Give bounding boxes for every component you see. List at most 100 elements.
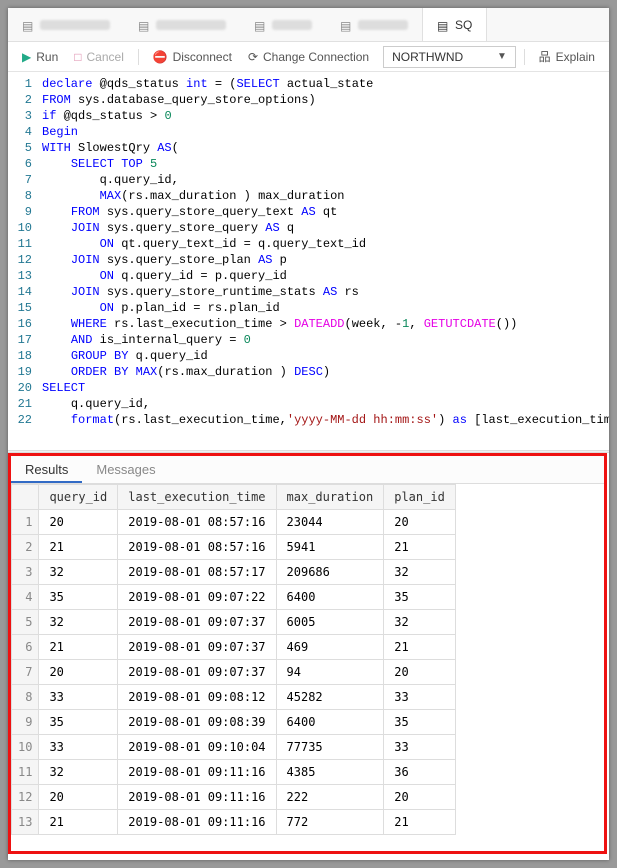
table-row[interactable]: 7202019-08-01 09:07:379420 [12,660,456,685]
cell[interactable]: 2019-08-01 09:10:04 [118,735,276,760]
cell[interactable]: 4385 [276,760,384,785]
cell[interactable]: 20 [39,785,118,810]
cell[interactable]: 20 [39,510,118,535]
toolbar-separator [524,49,525,65]
column-header[interactable]: query_id [39,485,118,510]
cell[interactable]: 21 [384,810,456,835]
cell[interactable]: 35 [39,710,118,735]
cell[interactable]: 77735 [276,735,384,760]
explain-icon: 品 [539,48,551,65]
file-icon: ▤ [254,19,266,31]
cell[interactable]: 2019-08-01 08:57:16 [118,535,276,560]
cancel-label: Cancel [87,50,124,64]
cell[interactable]: 35 [39,585,118,610]
table-row[interactable]: 8332019-08-01 09:08:124528233 [12,685,456,710]
cell[interactable]: 32 [384,610,456,635]
disconnect-icon: ⛔ [153,50,168,64]
cell[interactable]: 2019-08-01 09:11:16 [118,760,276,785]
table-row[interactable]: 5322019-08-01 09:07:37600532 [12,610,456,635]
cell[interactable]: 33 [39,685,118,710]
row-number-cell: 3 [12,560,39,585]
table-row[interactable]: 11322019-08-01 09:11:16438536 [12,760,456,785]
line-number-gutter: 12345678910111213141516171819202122 [8,76,42,446]
cell[interactable]: 2019-08-01 09:07:37 [118,610,276,635]
code-area[interactable]: declare @qds_status int = (SELECT actual… [42,76,609,446]
cell[interactable]: 2019-08-01 09:11:16 [118,810,276,835]
cell[interactable]: 32 [39,760,118,785]
cell[interactable]: 2019-08-01 09:07:22 [118,585,276,610]
cell[interactable]: 21 [39,810,118,835]
cell[interactable]: 2019-08-01 09:08:39 [118,710,276,735]
editor-tab[interactable]: ▤ [124,8,240,41]
table-row[interactable]: 13212019-08-01 09:11:1677221 [12,810,456,835]
cell[interactable]: 2019-08-01 09:07:37 [118,660,276,685]
explain-label: Explain [556,50,595,64]
database-selector[interactable]: NORTHWND ▼ [383,46,516,68]
cell[interactable]: 222 [276,785,384,810]
tab-messages[interactable]: Messages [82,456,169,483]
table-row[interactable]: 4352019-08-01 09:07:22640035 [12,585,456,610]
table-row[interactable]: 10332019-08-01 09:10:047773533 [12,735,456,760]
cell[interactable]: 5941 [276,535,384,560]
cell[interactable]: 2019-08-01 08:57:16 [118,510,276,535]
cell[interactable]: 35 [384,585,456,610]
cell[interactable]: 20 [39,660,118,685]
cell[interactable]: 36 [384,760,456,785]
cell[interactable]: 32 [384,560,456,585]
table-row[interactable]: 9352019-08-01 09:08:39640035 [12,710,456,735]
tab-results[interactable]: Results [11,456,82,483]
cell[interactable]: 33 [384,735,456,760]
cell[interactable]: 94 [276,660,384,685]
cancel-button: □ Cancel [68,47,130,67]
change-connection-button[interactable]: ⟳ Change Connection [242,47,375,67]
cell[interactable]: 6400 [276,710,384,735]
column-header[interactable]: last_execution_time [118,485,276,510]
cell[interactable]: 20 [384,660,456,685]
cell[interactable]: 33 [384,685,456,710]
table-row[interactable]: 6212019-08-01 09:07:3746921 [12,635,456,660]
cell[interactable]: 209686 [276,560,384,585]
explain-button[interactable]: 品 Explain [533,45,601,68]
cell[interactable]: 45282 [276,685,384,710]
table-row[interactable]: 3322019-08-01 08:57:1720968632 [12,560,456,585]
column-header[interactable]: plan_id [384,485,456,510]
table-row[interactable]: 12202019-08-01 09:11:1622220 [12,785,456,810]
chevron-down-icon: ▼ [497,51,507,62]
cell[interactable]: 23044 [276,510,384,535]
cell[interactable]: 469 [276,635,384,660]
cell[interactable]: 6400 [276,585,384,610]
cell[interactable]: 32 [39,560,118,585]
tab-label-blurred [272,20,312,30]
cell[interactable]: 2019-08-01 09:07:37 [118,635,276,660]
run-button[interactable]: ▶ Run [16,47,64,67]
editor-tab[interactable]: ▤ [8,8,124,41]
cell[interactable]: 20 [384,510,456,535]
editor-tab[interactable]: ▤ [326,8,422,41]
toolbar-separator [138,49,139,65]
disconnect-label: Disconnect [173,50,232,64]
cell[interactable]: 20 [384,785,456,810]
cell[interactable]: 21 [384,535,456,560]
run-label: Run [36,50,58,64]
results-grid[interactable]: query_idlast_execution_timemax_durationp… [11,484,604,851]
table-row[interactable]: 1202019-08-01 08:57:162304420 [12,510,456,535]
cell[interactable]: 35 [384,710,456,735]
cell[interactable]: 2019-08-01 09:08:12 [118,685,276,710]
query-toolbar: ▶ Run □ Cancel ⛔ Disconnect ⟳ Change Con… [8,42,609,72]
table-row[interactable]: 2212019-08-01 08:57:16594121 [12,535,456,560]
cell[interactable]: 2019-08-01 08:57:17 [118,560,276,585]
editor-tab-active[interactable]: ▤ SQ [422,8,487,41]
cell[interactable]: 772 [276,810,384,835]
cell[interactable]: 21 [384,635,456,660]
cell[interactable]: 2019-08-01 09:11:16 [118,785,276,810]
disconnect-button[interactable]: ⛔ Disconnect [147,47,238,67]
column-header[interactable]: max_duration [276,485,384,510]
editor-tab[interactable]: ▤ [240,8,326,41]
cell[interactable]: 21 [39,535,118,560]
cell[interactable]: 21 [39,635,118,660]
sql-editor[interactable]: 12345678910111213141516171819202122 decl… [8,72,609,450]
cell[interactable]: 6005 [276,610,384,635]
cell[interactable]: 33 [39,735,118,760]
cell[interactable]: 32 [39,610,118,635]
file-icon: ▤ [340,19,352,31]
